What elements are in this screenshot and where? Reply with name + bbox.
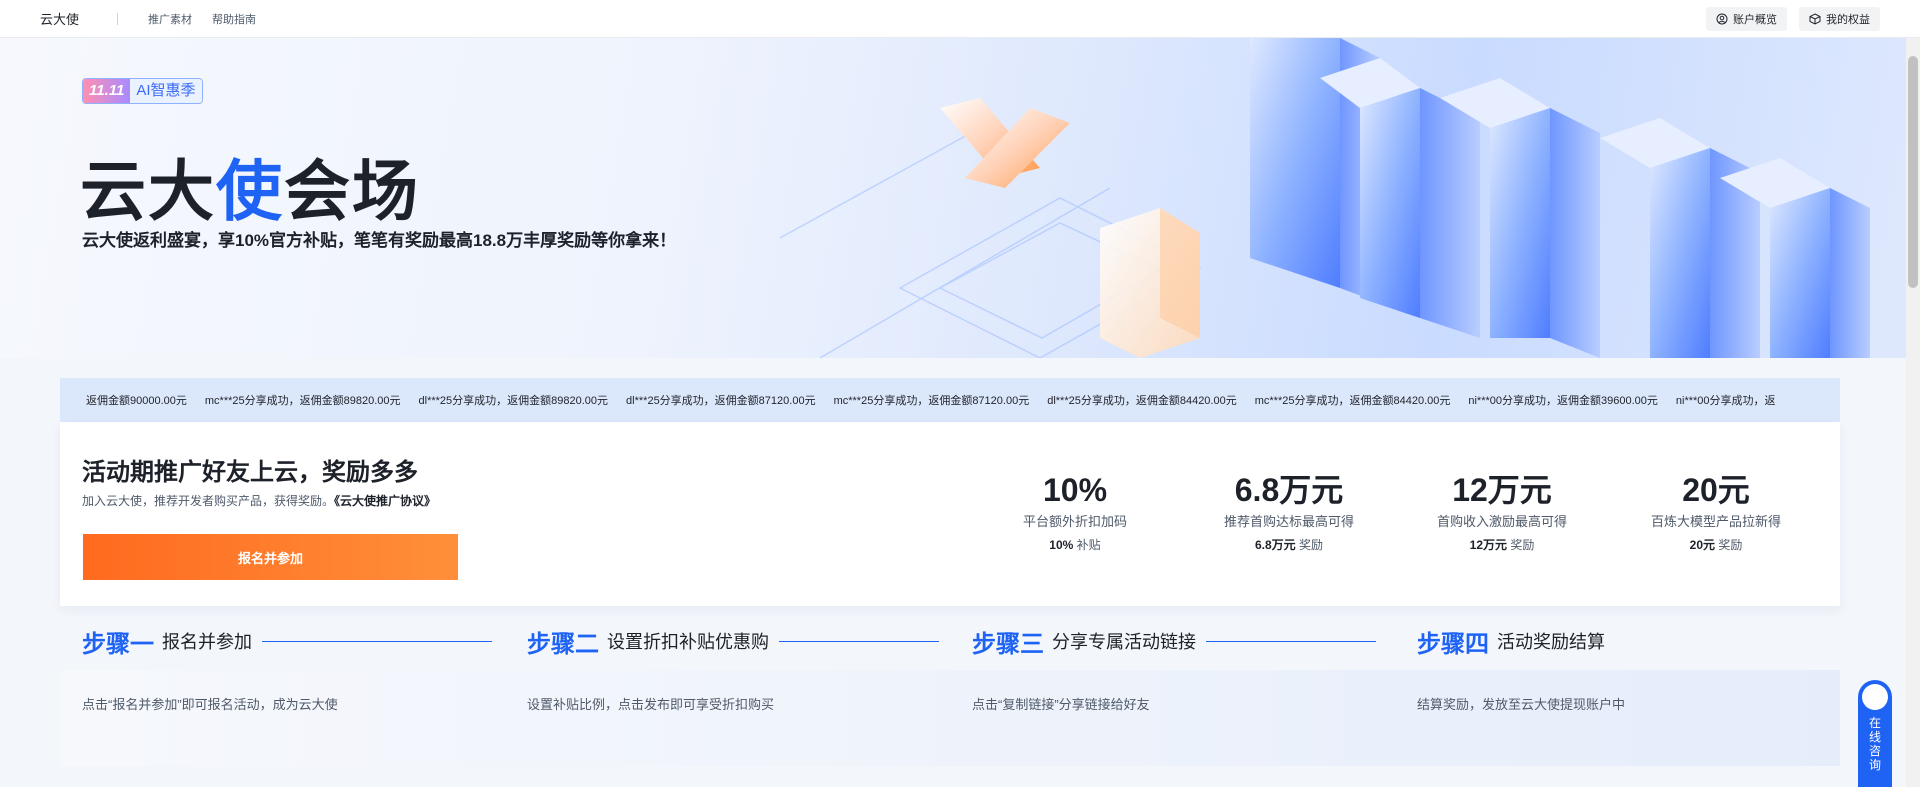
step-4-desc: 结算奖励，发放至云大使提现账户中 — [1417, 697, 1626, 712]
stat-value: 20元 — [1682, 472, 1750, 508]
stat-value: 12万元 — [1452, 472, 1552, 508]
badge-1111: 11.11 — [83, 79, 131, 103]
promo-desc-text: 加入云大使，推荐开发者购买产品，获得奖励。 — [82, 494, 335, 508]
step-3-desc: 点击“复制链接”分享链接给好友 — [972, 697, 1150, 712]
hero-title-accent: 使 — [216, 154, 284, 228]
stat-sub: 6.8万元 奖励 — [1254, 538, 1324, 552]
stat-sub: 10% 补贴 — [1049, 538, 1101, 552]
step-number: 步骤四 — [1417, 630, 1489, 658]
step-number: 步骤三 — [972, 630, 1044, 658]
account-overview-button[interactable]: 账户概览 — [1706, 7, 1787, 31]
hero-title: 云大使会场 — [80, 138, 420, 234]
my-benefits-button[interactable]: 我的权益 — [1799, 7, 1880, 31]
scrollbar-thumb[interactable] — [1908, 56, 1918, 288]
stat-value: 6.8万元 — [1234, 472, 1344, 508]
ticker-item: dl***25分享成功，返佣金额89820.00元 — [418, 395, 609, 407]
steps-background — [60, 670, 1840, 766]
agent-avatar-icon — [1862, 684, 1888, 710]
rebate-ticker: 返佣金额90000.00元 mc***25分享成功，返佣金额89820.00元 … — [60, 378, 1840, 422]
account-overview-label: 账户概览 — [1733, 14, 1777, 26]
ticker-item: mc***25分享成功，返佣金额84420.00元 — [1254, 395, 1451, 407]
step-title: 设置折扣补贴优惠购 — [607, 632, 769, 652]
stat-income-incentive: 12万元 首购收入激励最高可得 12万元 奖励 — [1412, 472, 1592, 553]
hero-title-part2: 会场 — [284, 154, 420, 228]
step-title: 活动奖励结算 — [1497, 632, 1605, 652]
brand-name[interactable]: 云大使 — [40, 9, 79, 28]
step-3: 步骤三 分享专属活动链接 — [972, 626, 1376, 658]
stat-desc: 推荐首购达标最高可得 — [1223, 514, 1354, 529]
cube-icon — [1809, 13, 1821, 25]
step-4: 步骤四 活动奖励结算 — [1417, 626, 1605, 658]
step-1-desc: 点击“报名并参加”即可报名活动，成为云大使 — [82, 697, 338, 712]
hero-illustration — [780, 38, 1870, 358]
ticker-item: dl***25分享成功，返佣金额84420.00元 — [1047, 395, 1237, 407]
stat-value: 10% — [1042, 472, 1108, 508]
top-nav: 云大使 推广素材 帮助指南 账户概览 我的权益 — [0, 0, 1920, 38]
ticker-item: dl***25分享成功，返佣金额87120.00元 — [626, 395, 816, 407]
stat-first-purchase: 6.8万元 推荐首购达标最高可得 6.8万元 奖励 — [1199, 472, 1379, 553]
step-2: 步骤二 设置折扣补贴优惠购 — [527, 626, 939, 658]
step-title: 报名并参加 — [162, 632, 252, 652]
hero-title-part1: 云大 — [80, 154, 216, 228]
user-circle-icon — [1716, 13, 1728, 25]
online-consult-label: 在线咨询 — [1868, 716, 1881, 772]
online-consult-button[interactable]: 在线咨询 — [1858, 680, 1892, 787]
stat-desc: 平台额外折扣加码 — [1022, 514, 1127, 529]
step-number: 步骤二 — [527, 630, 599, 658]
nav-link-help-guide[interactable]: 帮助指南 — [212, 11, 256, 27]
ticker-item: mc***25分享成功，返佣金额87120.00元 — [833, 395, 1030, 407]
hero-subtitle: 云大使返利盛宴，享10%官方补贴，笔笔有奖励最高18.8万丰厚奖励等你拿来！ — [82, 231, 677, 250]
step-divider — [262, 640, 492, 642]
my-benefits-label: 我的权益 — [1826, 14, 1870, 26]
promo-description: 加入云大使，推荐开发者购买产品，获得奖励。《云大使推广协议》 — [82, 492, 436, 509]
nav-link-promo-material[interactable]: 推广素材 — [148, 11, 192, 27]
ticker-item: ni***00分享成功，返 — [1675, 395, 1776, 407]
ticker-item: 返佣金额90000.00元 — [86, 395, 187, 407]
stat-sub: 12万元 奖励 — [1469, 538, 1535, 552]
step-title: 分享专属活动链接 — [1052, 632, 1196, 652]
step-number: 步骤一 — [82, 630, 154, 658]
step-divider — [1206, 640, 1376, 642]
ticker-item: mc***25分享成功，返佣金额89820.00元 — [204, 395, 401, 407]
nav-divider — [117, 12, 119, 25]
nav-right-group: 账户概览 我的权益 — [1706, 7, 1880, 31]
join-button[interactable]: 报名并参加 — [83, 534, 458, 580]
step-1: 步骤一 报名并参加 — [82, 626, 492, 658]
agreement-link[interactable]: 《云大使推广协议》 — [334, 494, 436, 508]
promo-title: 活动期推广好友上云，奖励多多 — [82, 459, 418, 486]
stat-desc: 首购收入激励最高可得 — [1436, 514, 1567, 529]
event-badge: 11.11 AI智惠季 — [82, 78, 203, 104]
hero-banner: 11.11 AI智惠季 云大使会场 云大使返利盛宴，享10%官方补贴，笔笔有奖励… — [0, 38, 1920, 358]
ticker-item: ni***00分享成功，返佣金额39600.00元 — [1468, 395, 1658, 407]
step-divider — [779, 640, 939, 642]
stat-sub: 20元 奖励 — [1689, 538, 1743, 552]
step-2-desc: 设置补贴比例，点击发布即可享受折扣购买 — [527, 697, 775, 712]
badge-ai-season: AI智惠季 — [130, 79, 202, 103]
promo-card: 活动期推广好友上云，奖励多多 加入云大使，推荐开发者购买产品，获得奖励。《云大使… — [60, 422, 1840, 606]
stat-model-newcomer: 20元 百炼大模型产品拉新得 20元 奖励 — [1626, 472, 1806, 553]
stat-discount: 10% 平台额外折扣加码 10% 补贴 — [985, 472, 1165, 553]
stat-desc: 百炼大模型产品拉新得 — [1650, 514, 1781, 529]
